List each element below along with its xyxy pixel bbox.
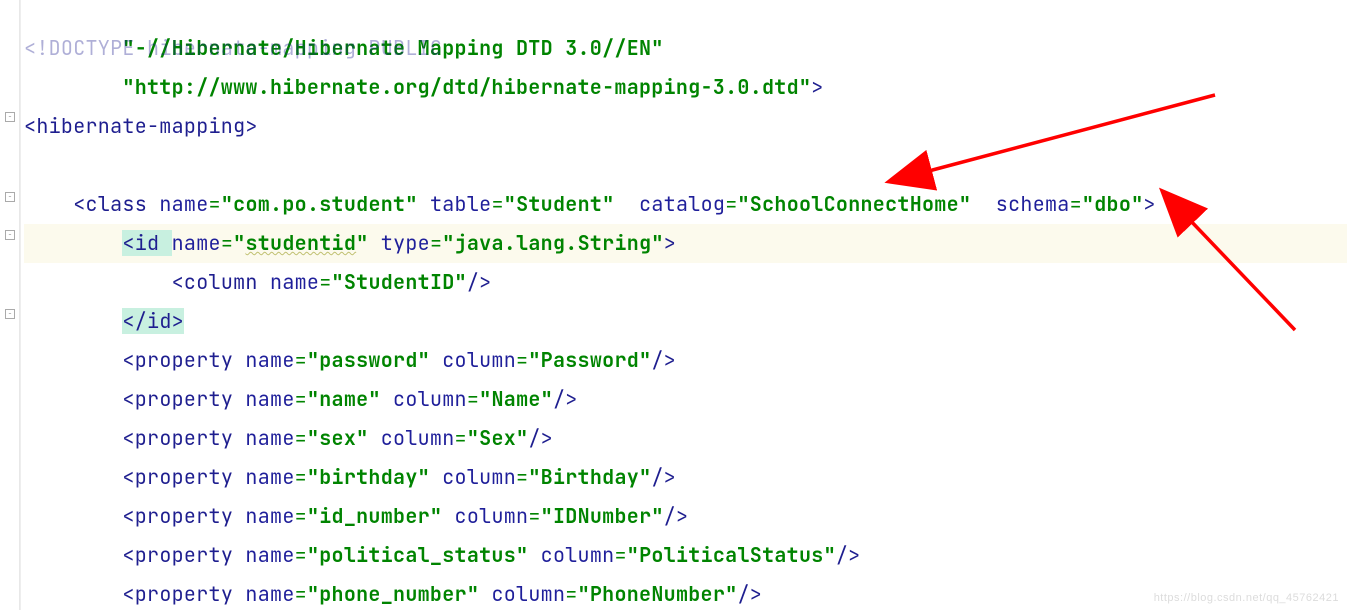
watermark-text: https://blog.csdn.net/qq_45762421 <box>1154 592 1339 604</box>
code-line: <class name="com.po.student" table="Stud… <box>24 185 1347 224</box>
code-line: <property name="sex" column="Sex"/> <box>24 419 1347 458</box>
fold-toggle-icon[interactable]: − <box>5 192 15 202</box>
code-line: <column name="StudentID"/> <box>24 263 1347 302</box>
code-line: <property name="birthday" column="Birthd… <box>24 458 1347 497</box>
code-line: </id> <box>24 302 1347 341</box>
code-line: <hibernate-mapping> <box>24 107 1347 146</box>
code-line: <property name="phone_number" column="Ph… <box>24 575 1347 614</box>
fold-toggle-icon[interactable]: − <box>5 112 15 122</box>
fold-toggle-icon[interactable]: − <box>5 309 15 319</box>
code-line: <property name="id_number" column="IDNum… <box>24 497 1347 536</box>
code-editor[interactable]: <!DOCTYPE hibernate-mapping PUBLIC "-//H… <box>20 0 1347 614</box>
code-line: <!DOCTYPE hibernate-mapping PUBLIC <box>24 0 1347 29</box>
editor-gutter: − − − − <box>0 0 20 610</box>
code-line: <property name="name" column="Name"/> <box>24 380 1347 419</box>
fold-toggle-icon[interactable]: − <box>5 230 15 240</box>
code-line: "http://www.hibernate.org/dtd/hibernate-… <box>24 68 1347 107</box>
code-line: <property name="political_status" column… <box>24 536 1347 575</box>
code-line <box>24 146 1347 185</box>
code-line-active: <id name="studentid" type="java.lang.Str… <box>24 224 1347 263</box>
code-line: <property name="password" column="Passwo… <box>24 341 1347 380</box>
